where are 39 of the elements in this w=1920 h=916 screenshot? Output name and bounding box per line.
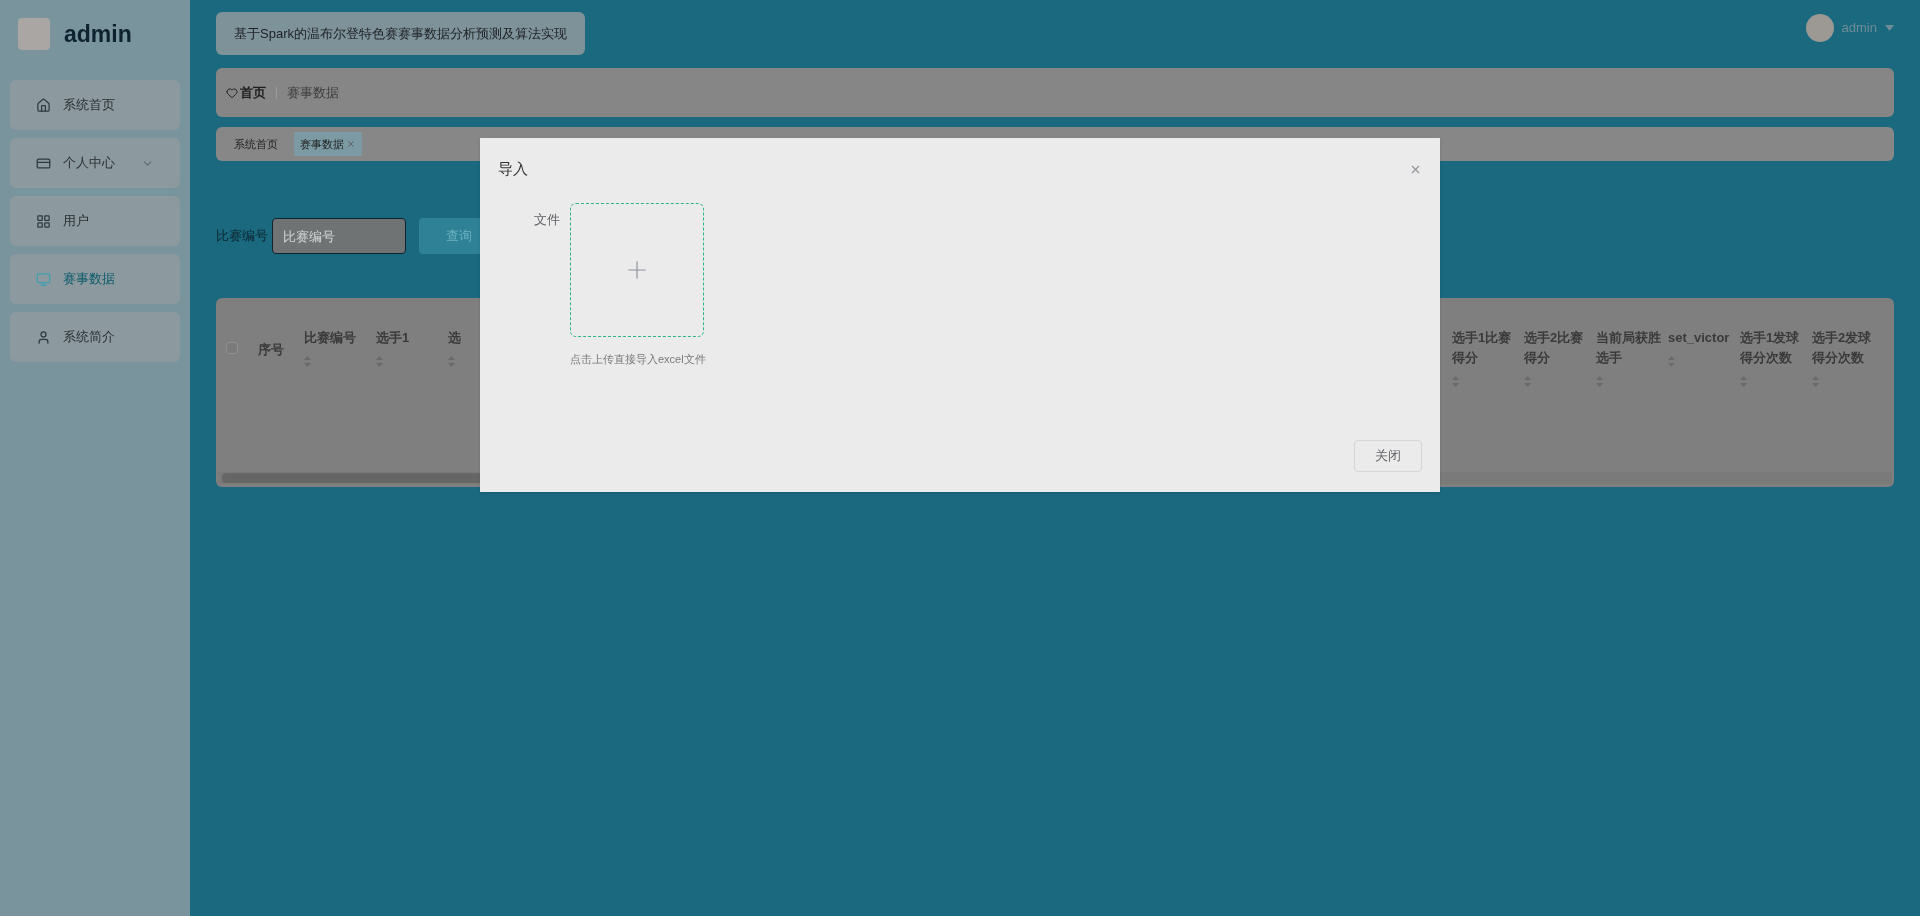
page-tab[interactable]: 赛事数据	[294, 132, 362, 156]
field-label: 文件	[534, 211, 560, 227]
caret-icon[interactable]	[1885, 25, 1894, 31]
menu-icon	[36, 271, 51, 287]
sidebar-item[interactable]: 系统简介	[10, 312, 180, 362]
sidebar-item[interactable]: 系统首页	[10, 80, 180, 130]
sidebar-item[interactable]: 用户	[10, 196, 180, 246]
brand-name: admin	[64, 19, 132, 49]
column-header[interactable]: 比赛编号	[304, 328, 376, 367]
dialog-title: 导入	[498, 159, 528, 179]
upload-hint: 点击上传直接导入excel文件	[570, 351, 706, 367]
heart-icon	[226, 86, 238, 99]
column-header[interactable]: 选	[448, 328, 520, 367]
column-header[interactable]: 当前局获胜选手	[1596, 328, 1668, 387]
breadcrumb-link[interactable]: 首页	[226, 82, 266, 103]
menu-icon	[36, 329, 51, 345]
column-header[interactable]: 序号	[258, 340, 304, 360]
column-header[interactable]: 选手2比赛得分	[1524, 328, 1596, 387]
search-label: 比赛编号	[216, 227, 268, 246]
column-header[interactable]: 选手2发球得分次数	[1812, 328, 1884, 387]
column-header[interactable]: 选手1	[376, 328, 448, 367]
upload-area[interactable]	[570, 202, 704, 337]
menu-icon	[36, 97, 51, 113]
sidebar-item[interactable]: 个人中心	[10, 138, 180, 188]
sidebar-item[interactable]: 赛事数据	[10, 254, 180, 304]
menu-icon	[36, 213, 51, 229]
menu-icon	[36, 155, 51, 171]
avatar-icon	[18, 18, 50, 50]
search-field[interactable]: 比赛编号	[272, 218, 406, 254]
column-header[interactable]: 选手1比赛得分	[1452, 328, 1524, 387]
app-title: 基于Spark的温布尔登特色赛赛事数据分析预测及算法实现	[216, 12, 585, 55]
page-tab[interactable]: 系统首页	[228, 132, 284, 156]
avatar-icon[interactable]	[1805, 14, 1834, 42]
close-button[interactable]: 关闭	[1354, 440, 1422, 472]
column-header[interactable]: set_victor	[1668, 328, 1740, 367]
close-icon[interactable]	[346, 139, 356, 149]
breadcrumb-link[interactable]: 赛事数据	[287, 82, 339, 103]
column-header[interactable]: 选手1发球得分次数	[1740, 328, 1812, 387]
user-name[interactable]: admin	[1841, 18, 1877, 38]
